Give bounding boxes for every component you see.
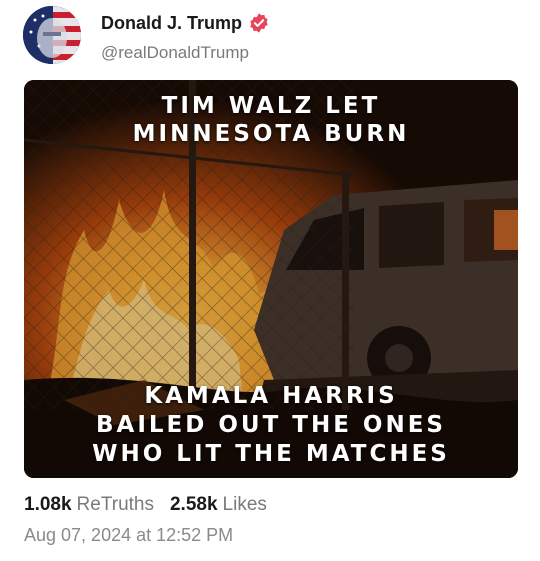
post-timestamp[interactable]: Aug 07, 2024 at 12:52 PM bbox=[24, 525, 233, 546]
avatar-image bbox=[23, 6, 81, 64]
retruths-count: 1.08k bbox=[24, 494, 72, 515]
retruths-stat[interactable]: 1.08k ReTruths bbox=[24, 494, 154, 516]
caption-bottom-line-1: KAMALA HARRIS bbox=[144, 383, 398, 409]
caption-bottom-line-3: WHO LIT THE MATCHES bbox=[92, 441, 450, 467]
author-name-text: Donald J. Trump bbox=[101, 12, 243, 33]
caption-top-line-1: TIM WALZ LET bbox=[161, 93, 381, 119]
author-name[interactable]: Donald J. Trump bbox=[101, 12, 270, 34]
author-avatar[interactable] bbox=[23, 6, 81, 64]
caption-bottom-line-2: BAILED OUT THE ONES bbox=[95, 412, 446, 438]
retruths-label: ReTruths bbox=[76, 494, 154, 515]
image-caption-bottom: KAMALA HARRIS BAILED OUT THE ONES WHO LI… bbox=[24, 382, 518, 469]
author-handle[interactable]: @realDonaldTrump bbox=[101, 43, 249, 63]
likes-stat[interactable]: 2.58k Likes bbox=[170, 494, 267, 516]
image-caption-top: TIM WALZ LET MINNESOTA BURN bbox=[24, 92, 518, 148]
engagement-stats: 1.08k ReTruths 2.58k Likes bbox=[24, 494, 283, 516]
post-image[interactable]: TIM WALZ LET MINNESOTA BURN KAMALA HARRI… bbox=[24, 80, 518, 478]
verified-badge-icon bbox=[250, 13, 268, 33]
likes-count: 2.58k bbox=[169, 494, 218, 515]
likes-label: Likes bbox=[222, 494, 267, 515]
caption-top-line-2: MINNESOTA BURN bbox=[132, 121, 410, 147]
